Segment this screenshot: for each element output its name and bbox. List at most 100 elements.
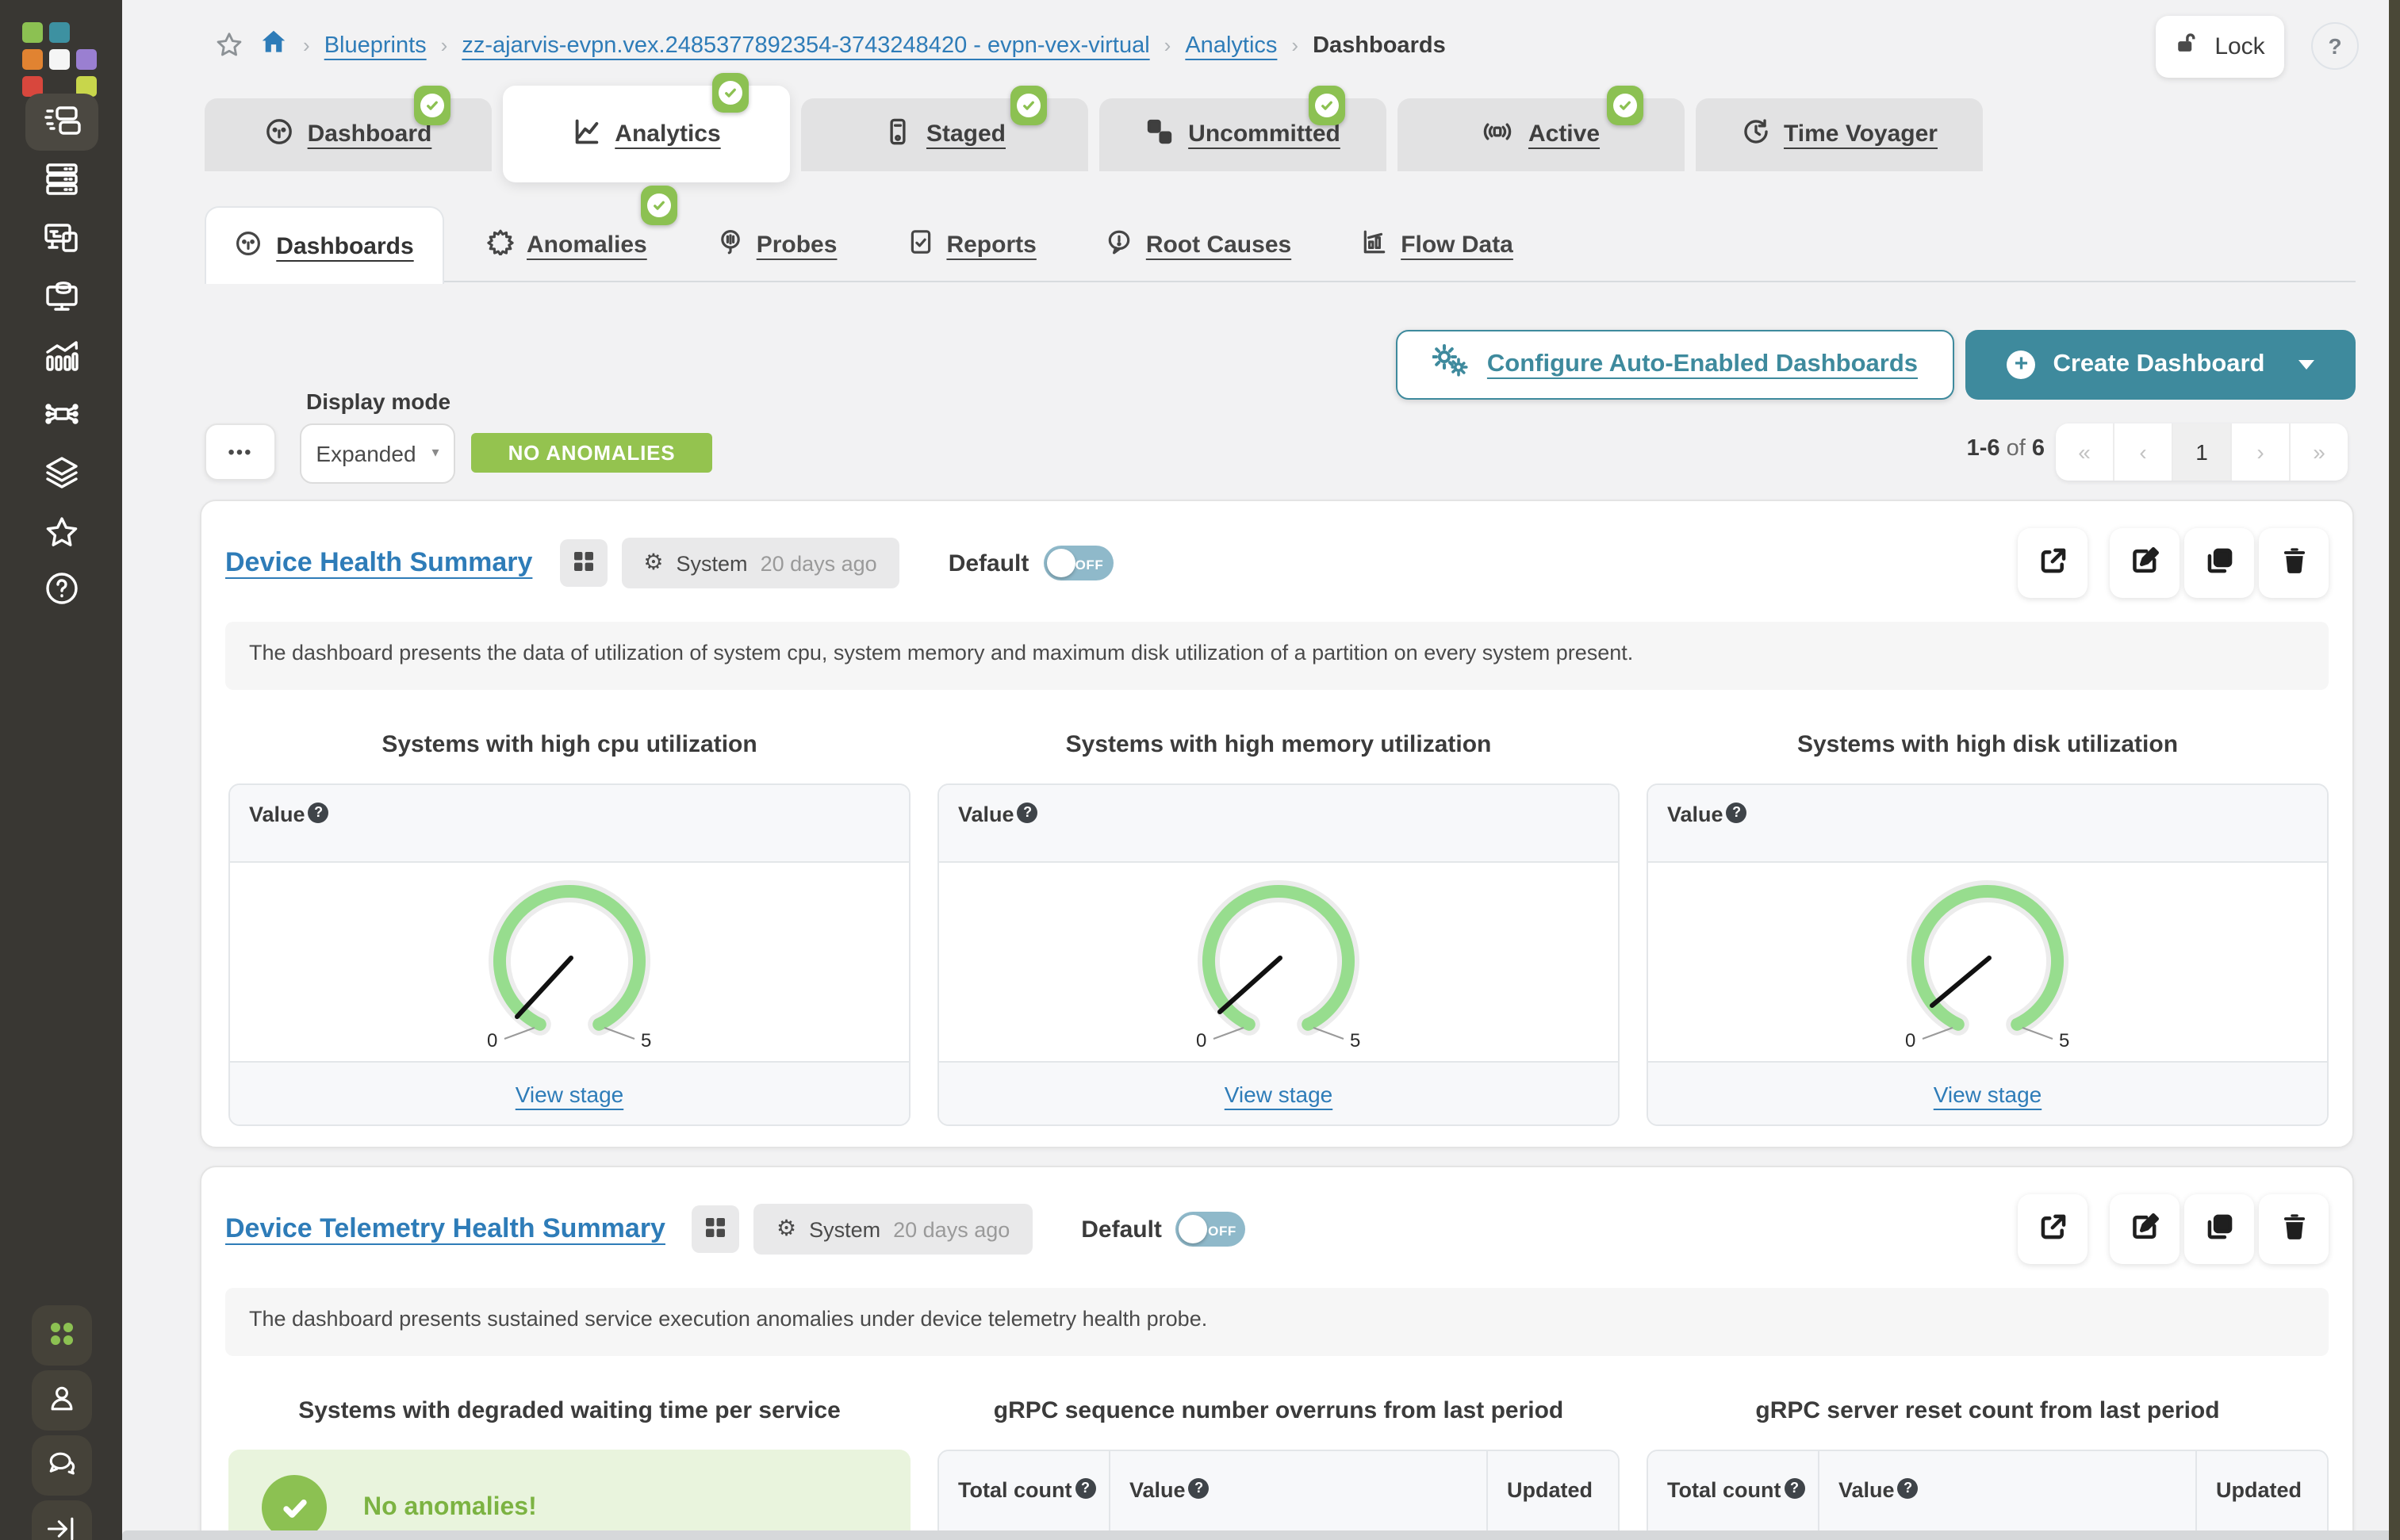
anomaly-status-badge: NO ANOMALIES (471, 433, 712, 473)
column-header: Updated (2197, 1451, 2327, 1534)
plus-icon: + (2007, 351, 2035, 379)
lock-button[interactable]: Lock (2156, 16, 2284, 78)
device-icon (884, 117, 912, 151)
share-button[interactable] (2018, 528, 2088, 598)
help-button[interactable]: ? (2311, 22, 2359, 70)
help-icon[interactable]: ? (1727, 803, 1747, 823)
subtab-dashboards[interactable]: Dashboards (205, 206, 444, 284)
flow-chart-icon (1361, 228, 1388, 261)
edit-button[interactable] (2110, 528, 2180, 598)
page-first-button[interactable]: « (2056, 423, 2114, 481)
subtab-reports[interactable]: Reports (907, 228, 1036, 261)
widget-title: gRPC server reset count from last period (1647, 1397, 2329, 1424)
edit-icon (2130, 546, 2160, 580)
view-stage-link[interactable]: View stage (1934, 1081, 2042, 1106)
page-next-button[interactable]: › (2232, 423, 2291, 481)
widget-title: Systems with high cpu utilization (228, 731, 911, 758)
toggle-knob (1179, 1215, 1208, 1243)
sidebar-chat-button[interactable] (31, 1435, 91, 1496)
sidebar-item-blueprints[interactable] (25, 94, 98, 151)
widget-title: Systems with high memory utilization (937, 731, 1620, 758)
chip-icon (42, 394, 80, 437)
sidebar-user-button[interactable] (31, 1370, 91, 1431)
sidebar-item-help[interactable] (25, 561, 98, 619)
default-toggle[interactable]: OFF (1043, 546, 1113, 580)
subtab-root-causes[interactable]: Root Causes (1106, 228, 1291, 261)
share-button[interactable] (2018, 1194, 2088, 1264)
sidebar-item-resources[interactable] (25, 270, 98, 327)
duplicate-button[interactable] (2184, 1194, 2254, 1264)
unlock-icon (2175, 30, 2202, 63)
svg-text:0: 0 (1905, 1029, 1915, 1051)
sidebar-item-platform[interactable] (25, 446, 98, 503)
layout-grid-button[interactable] (559, 539, 607, 587)
question-circle-icon (42, 569, 80, 611)
default-toggle[interactable]: OFF (1176, 1212, 1246, 1247)
display-mode-select[interactable]: Expanded ▾ (300, 423, 455, 484)
svg-text:5: 5 (2059, 1029, 2069, 1051)
blueprints-icon (42, 101, 80, 144)
subtab-anomalies[interactable]: Anomalies (487, 228, 647, 261)
tab-active[interactable]: Active (1397, 98, 1685, 170)
sidebar-item-design[interactable] (25, 211, 98, 268)
widget-memory-utilization: Systems with high memory utilization Val… (937, 690, 1620, 1126)
delete-button[interactable] (2259, 1194, 2329, 1264)
column-header: Value? (939, 785, 1618, 863)
broadcast-icon (1482, 117, 1514, 151)
help-icon[interactable]: ? (1075, 1478, 1096, 1499)
view-stage-link[interactable]: View stage (1225, 1081, 1332, 1106)
page-current[interactable]: 1 (2173, 423, 2232, 481)
dashboard-title-link[interactable]: Device Telemetry Health Summary (225, 1213, 665, 1245)
main-tab-bar: Dashboard Analytics Staged Uncommitted A… (205, 86, 1983, 182)
display-mode-label: Display mode (306, 389, 450, 414)
line-chart-icon (572, 117, 600, 151)
help-icon[interactable]: ? (1018, 803, 1038, 823)
apstra-logo[interactable] (21, 21, 97, 97)
sidebar-status-dots[interactable] (31, 1305, 91, 1366)
sidebar-item-devices[interactable] (25, 152, 98, 209)
gauge-chart: 0 5 (1648, 863, 2327, 1061)
help-icon[interactable]: ? (309, 803, 329, 823)
tab-staged[interactable]: Staged (801, 98, 1088, 170)
tab-analytics[interactable]: Analytics (503, 86, 790, 182)
tab-uncommitted[interactable]: Uncommitted (1099, 98, 1386, 170)
sidebar-item-external-systems[interactable] (25, 387, 98, 444)
home-icon[interactable] (259, 27, 289, 63)
dashboard-title-link[interactable]: Device Health Summary (225, 547, 532, 579)
layout-grid-button[interactable] (692, 1205, 740, 1253)
results-table: Total count? Value? Updated (1647, 1450, 2329, 1540)
dashboard-description: The dashboard presents the data of utili… (225, 622, 2329, 690)
breadcrumb-blueprint-name[interactable]: zz-ajarvis-evpn.vex.2485377892354-374324… (462, 33, 1149, 58)
column-header: Value? (1648, 785, 2327, 863)
check-badge (1010, 85, 1047, 125)
subtab-flow-data[interactable]: Flow Data (1361, 228, 1513, 261)
trash-icon (2279, 546, 2309, 580)
horizontal-scrollbar[interactable] (122, 1530, 2389, 1540)
check-badge (641, 186, 677, 225)
help-icon[interactable]: ? (1785, 1478, 1805, 1499)
alert-bubble-icon (1106, 228, 1133, 261)
breadcrumb-analytics[interactable]: Analytics (1185, 33, 1277, 58)
sidebar-item-favorites[interactable] (25, 506, 98, 563)
more-options-button[interactable]: ••• (205, 423, 276, 481)
sidebar-collapse-button[interactable] (31, 1500, 91, 1540)
page-prev-button[interactable]: ‹ (2114, 423, 2173, 481)
tab-time-voyager[interactable]: Time Voyager (1696, 98, 1983, 170)
check-badge (1607, 85, 1643, 125)
breadcrumb-blueprints[interactable]: Blueprints (324, 33, 427, 58)
sidebar-item-analytics[interactable] (25, 328, 98, 385)
subtab-probes[interactable]: Probes (717, 228, 838, 261)
view-stage-link[interactable]: View stage (516, 1081, 623, 1106)
edit-button[interactable] (2110, 1194, 2180, 1264)
page-last-button[interactable]: » (2291, 423, 2348, 481)
tab-dashboard[interactable]: Dashboard (205, 98, 492, 170)
breadcrumb-separator: › (1291, 33, 1298, 57)
help-icon[interactable]: ? (1189, 1478, 1210, 1499)
copy-icon (2204, 546, 2234, 580)
favorite-star-button[interactable] (214, 30, 244, 60)
updated-timestamp: 20 days ago (761, 551, 877, 575)
duplicate-button[interactable] (2184, 528, 2254, 598)
results-table: Total count? Value? Updated (937, 1450, 1620, 1540)
help-icon[interactable]: ? (1898, 1478, 1919, 1499)
delete-button[interactable] (2259, 528, 2329, 598)
